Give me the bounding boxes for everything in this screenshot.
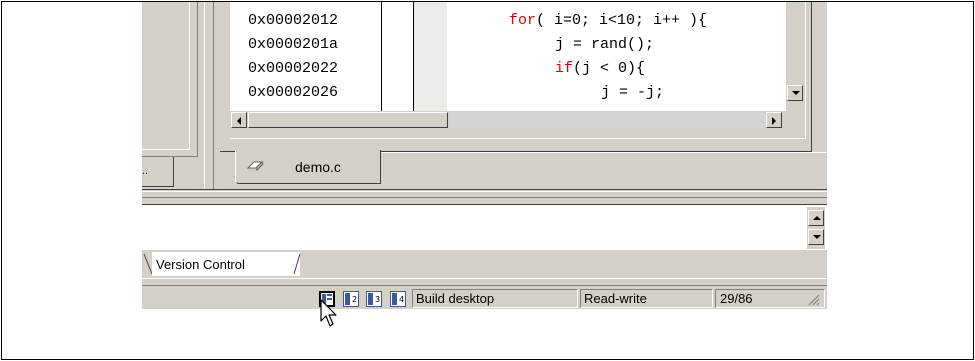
code-keyword: for: [509, 12, 537, 29]
file-tab-demo-c[interactable]: demo.c: [235, 150, 381, 184]
address-line: 0x00002022: [248, 60, 339, 77]
output-window[interactable]: [142, 204, 827, 250]
scroll-thumb[interactable]: [248, 112, 448, 128]
tab-version-control-label: Version Control: [156, 257, 245, 272]
file-tab-strip-line: [370, 152, 827, 153]
left-panel: [142, 2, 198, 157]
resize-grip-icon[interactable]: [806, 292, 820, 306]
left-panel-inner-edge: [142, 2, 190, 150]
address-column: 0x00002012 0x0000201a 0x00002022 0x00002…: [230, 2, 382, 111]
splitter-horizontal[interactable]: [142, 189, 827, 198]
splitter-vertical[interactable]: [204, 2, 214, 190]
layout-4-icon[interactable]: 4: [390, 291, 406, 307]
code-line: for( i=0; i<10; i++ ){: [509, 12, 707, 29]
splitter-highlight: [142, 191, 827, 192]
code-keyword: if: [555, 60, 574, 77]
code-text: j = -j;: [601, 84, 665, 101]
status-position: 29/86: [720, 291, 753, 306]
editor-client: 0x00002012 0x0000201a 0x00002022 0x00002…: [230, 2, 806, 139]
screenshot-frame: .. 0x00002012 0x0000201a 0x00002022 0x00…: [1, 1, 974, 360]
tab-version-control[interactable]: Version Control: [152, 252, 301, 276]
left-panel-tab[interactable]: ..: [142, 157, 174, 187]
ide-window: .. 0x00002012 0x0000201a 0x00002022 0x00…: [142, 2, 827, 309]
vertical-scrollbar[interactable]: [786, 2, 804, 111]
svg-text:3: 3: [375, 295, 380, 304]
scroll-track[interactable]: [449, 112, 765, 128]
arrow-down-icon: [792, 91, 800, 95]
scroll-left-button[interactable]: [231, 112, 247, 128]
address-line: 0x0000201a: [248, 36, 339, 53]
arrow-up-icon: [813, 216, 821, 220]
source-file-icon: [246, 161, 264, 171]
editor-window: 0x00002012 0x0000201a 0x00002022 0x00002…: [220, 2, 812, 152]
code-area[interactable]: 0x00002012 0x0000201a 0x00002022 0x00002…: [230, 2, 804, 111]
output-scroll-up-button[interactable]: [808, 210, 824, 226]
address-line: 0x00002012: [248, 12, 339, 29]
arrow-left-icon: [237, 117, 241, 125]
status-access-panel: Read-write: [580, 289, 713, 308]
code-line: j = rand();: [555, 36, 654, 53]
status-mode-panel: Build desktop: [412, 289, 578, 308]
output-scroll-down-button[interactable]: [808, 229, 824, 245]
svg-text:2: 2: [352, 295, 357, 304]
arrow-right-icon: [772, 117, 776, 125]
mouse-cursor-icon: [320, 299, 337, 327]
status-position-panel: 29/86: [715, 289, 825, 308]
layout-3-icon[interactable]: 3: [366, 291, 382, 307]
code-line: if(j < 0){: [555, 60, 645, 77]
code-text: ( i=0; i<10; i++ ){: [536, 12, 708, 29]
code-line: j = -j;: [601, 84, 664, 101]
code-text: j = rand();: [555, 36, 655, 53]
gray-margin: [414, 2, 447, 111]
layout-2-icon[interactable]: 2: [343, 291, 359, 307]
code-text: (j < 0){: [573, 60, 646, 77]
svg-text:4: 4: [399, 295, 404, 304]
output-vertical-scrollbar[interactable]: [807, 207, 825, 249]
status-mode: Build desktop: [416, 291, 495, 306]
output-tab-strip: Version Control: [142, 252, 827, 282]
horizontal-scrollbar[interactable]: [230, 111, 786, 129]
left-panel-tab-label: ..: [142, 165, 149, 177]
file-tab-label: demo.c: [295, 159, 341, 175]
address-line: 0x00002026: [248, 84, 339, 101]
status-access: Read-write: [584, 291, 647, 306]
tab-right-edge-icon: [293, 253, 301, 275]
arrow-down-icon: [813, 235, 821, 239]
tab-strip-bottom-line: [142, 278, 827, 279]
status-bar: 2 3 4 Build desktop Read-write 29/86: [142, 285, 827, 309]
scroll-right-button[interactable]: [766, 112, 782, 128]
scroll-down-button[interactable]: [787, 85, 803, 101]
